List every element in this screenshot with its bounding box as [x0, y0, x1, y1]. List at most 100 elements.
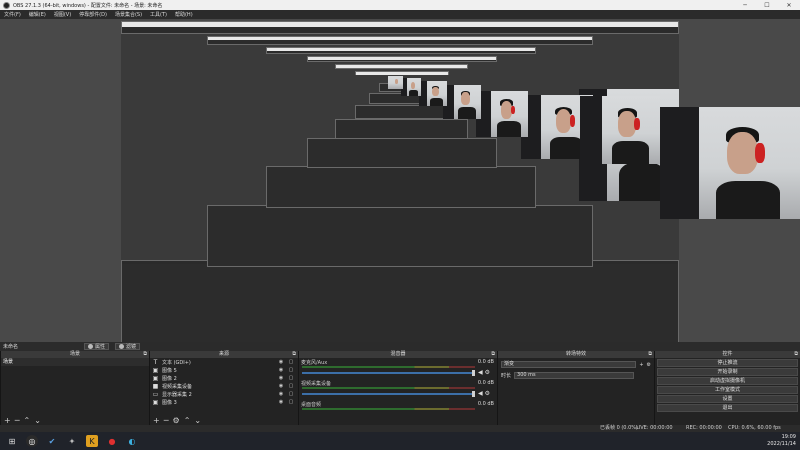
- lock-icon[interactable]: ▢: [288, 399, 294, 405]
- source-item[interactable]: ▣ 图像 2 ◉ ▢: [150, 374, 298, 382]
- speaker-icon[interactable]: ◀: [478, 390, 483, 397]
- undock-icon[interactable]: ⧉: [648, 351, 652, 358]
- speaker-icon[interactable]: ◀: [478, 369, 483, 376]
- lock-icon[interactable]: ▢: [288, 367, 294, 373]
- scenes-dock-header: 场景 ⧉: [1, 351, 149, 358]
- volume-slider[interactable]: [302, 370, 475, 376]
- undock-icon[interactable]: ⧉: [143, 351, 147, 358]
- channel-controls: ◀ ⚙: [478, 369, 494, 376]
- duration-input[interactable]: 300 ms: [514, 372, 635, 379]
- app-icon[interactable]: ✦: [66, 435, 78, 447]
- obs-app-icon[interactable]: ◎: [26, 435, 38, 447]
- visibility-icon[interactable]: ◉: [278, 375, 284, 381]
- nested-capture-1: [121, 260, 679, 342]
- source-item[interactable]: ▭ 显示器采集 2 ◉ ▢: [150, 390, 298, 398]
- source-item[interactable]: ▣ 图像 5 ◉ ▢: [150, 366, 298, 374]
- edge-browser-icon[interactable]: ◐: [126, 435, 138, 447]
- nested-capture-9: [121, 21, 679, 34]
- add-icon[interactable]: +: [153, 416, 160, 425]
- lock-icon[interactable]: ▢: [288, 359, 294, 365]
- webcam-capture-main: [660, 107, 800, 219]
- filter-icon: [119, 344, 125, 349]
- mixer-channel: 麦克风/Aux 0.0 dB ◀ ⚙: [299, 358, 497, 379]
- gear-icon[interactable]: ⚙: [485, 369, 490, 376]
- settings-button[interactable]: 设置: [657, 395, 798, 403]
- menu-tools[interactable]: 工具(T): [146, 11, 171, 18]
- lock-icon[interactable]: ▢: [288, 383, 294, 389]
- webcam-capture-6: [401, 78, 421, 96]
- source-item[interactable]: T 文本 (GDI+) ◉ ▢: [150, 358, 298, 366]
- preview-area[interactable]: [0, 19, 800, 342]
- gear-icon[interactable]: ⚙: [173, 416, 180, 425]
- visibility-icon[interactable]: ◉: [278, 391, 284, 397]
- menu-edit[interactable]: 编辑(E): [25, 11, 50, 18]
- lock-icon[interactable]: ▢: [288, 391, 294, 397]
- sources-list: T 文本 (GDI+) ◉ ▢ ▣ 图像 5 ◉ ▢ ▣ 图像 2 ◉ ▢ ■ 视频采集设备 ◉ ▢ ▭…: [150, 358, 298, 415]
- menu-docks[interactable]: 停靠部件(D): [75, 11, 111, 18]
- minimize-button[interactable]: ─: [734, 0, 756, 10]
- down-icon[interactable]: ⌄: [34, 416, 41, 425]
- up-icon[interactable]: ⌃: [24, 416, 31, 425]
- virtual-camera-button[interactable]: 启动虚拟摄像机: [657, 377, 798, 385]
- remove-icon[interactable]: ─: [15, 416, 20, 425]
- preview-canvas[interactable]: [121, 21, 679, 342]
- webcam-capture-large-2: [580, 96, 660, 164]
- nested-capture-6: [355, 105, 449, 119]
- clock-time: 19:09: [781, 434, 796, 440]
- volume-meter: [302, 366, 475, 368]
- menu-bar: 文件(F) 编辑(E) 视图(V) 停靠部件(D) 场景集合(S) 工具(T) …: [0, 10, 800, 19]
- add-icon[interactable]: +: [4, 416, 11, 425]
- up-icon[interactable]: ⌃: [184, 416, 191, 425]
- scene-item[interactable]: 场景: [1, 358, 149, 366]
- transition-select-row: 渐变 + ⚙: [498, 360, 654, 369]
- start-recording-button[interactable]: 开始录制: [657, 368, 798, 376]
- mixer-channels: 麦克风/Aux 0.0 dB ◀ ⚙ 视频采集设备 0.0 dB ◀ ⚙ 桌面音频 …: [299, 358, 497, 425]
- monitor-source-icon: ▭: [152, 390, 159, 398]
- properties-button[interactable]: 属性: [84, 343, 110, 350]
- source-item[interactable]: ■ 视频采集设备 ◉ ▢: [150, 382, 298, 390]
- stop-streaming-button[interactable]: 停止推流: [657, 359, 798, 367]
- mixer-dock: 混音器 ⧉ 麦克风/Aux 0.0 dB ◀ ⚙ 视频采集设备 0.0 dB ◀ ⚙ …: [298, 351, 497, 425]
- channel-db: 0.0 dB: [477, 401, 494, 407]
- volume-slider[interactable]: [302, 391, 475, 397]
- maximize-button[interactable]: ☐: [756, 0, 778, 10]
- visibility-icon[interactable]: ◉: [278, 367, 284, 373]
- steam-icon[interactable]: ✔: [46, 435, 58, 447]
- down-icon[interactable]: ⌄: [194, 416, 201, 425]
- add-icon[interactable]: +: [639, 362, 643, 368]
- taskbar: ⊞ ◎ ✔ ✦ K ● ◐ 19:09 2022/11/14: [0, 432, 800, 450]
- slider-handle[interactable]: [472, 370, 475, 376]
- window-title: OBS 27.1.3 (64-bit, windows) - 配置文件: 未命名…: [13, 2, 163, 9]
- status-bar: 已丢帧 0 (0.0%) LIVE: 00:00:00 REC: 00:00:0…: [0, 425, 800, 432]
- undock-icon[interactable]: ⧉: [794, 351, 798, 358]
- menu-scene-collection[interactable]: 场景集合(S): [111, 11, 146, 18]
- menu-help[interactable]: 帮助(H): [171, 11, 197, 18]
- studio-mode-button[interactable]: 工作室模式: [657, 386, 798, 394]
- transition-select[interactable]: 渐变: [501, 361, 637, 368]
- netease-music-icon[interactable]: ●: [106, 435, 118, 447]
- menu-view[interactable]: 视图(V): [50, 11, 75, 18]
- windows-start-icon[interactable]: ⊞: [6, 435, 18, 447]
- gear-icon[interactable]: ⚙: [485, 390, 490, 397]
- menu-file[interactable]: 文件(F): [0, 11, 25, 18]
- visibility-icon[interactable]: ◉: [278, 383, 284, 389]
- filters-button[interactable]: 滤镜: [115, 343, 141, 350]
- visibility-icon[interactable]: ◉: [278, 359, 284, 365]
- undock-icon[interactable]: ⧉: [491, 351, 495, 358]
- gear-icon: [88, 344, 94, 349]
- exit-button[interactable]: 退出: [657, 404, 798, 412]
- clock-date: 2022/11/14: [767, 441, 796, 447]
- lock-icon[interactable]: ▢: [288, 375, 294, 381]
- undock-icon[interactable]: ⧉: [292, 351, 296, 358]
- source-item[interactable]: ▣ 图像 3 ◉ ▢: [150, 398, 298, 406]
- sources-dock-header: 来源 ⧉: [150, 351, 298, 358]
- system-tray-clock[interactable]: 19:09 2022/11/14: [767, 434, 796, 448]
- slider-handle[interactable]: [472, 391, 475, 397]
- close-button[interactable]: ✕: [778, 0, 800, 10]
- visibility-icon[interactable]: ◉: [278, 399, 284, 405]
- game-icon[interactable]: K: [86, 435, 98, 447]
- gear-icon[interactable]: ⚙: [647, 362, 651, 368]
- nested-capture-5: [335, 119, 468, 139]
- remove-icon[interactable]: ─: [164, 416, 169, 425]
- window-controls: ─ ☐ ✕: [734, 0, 800, 10]
